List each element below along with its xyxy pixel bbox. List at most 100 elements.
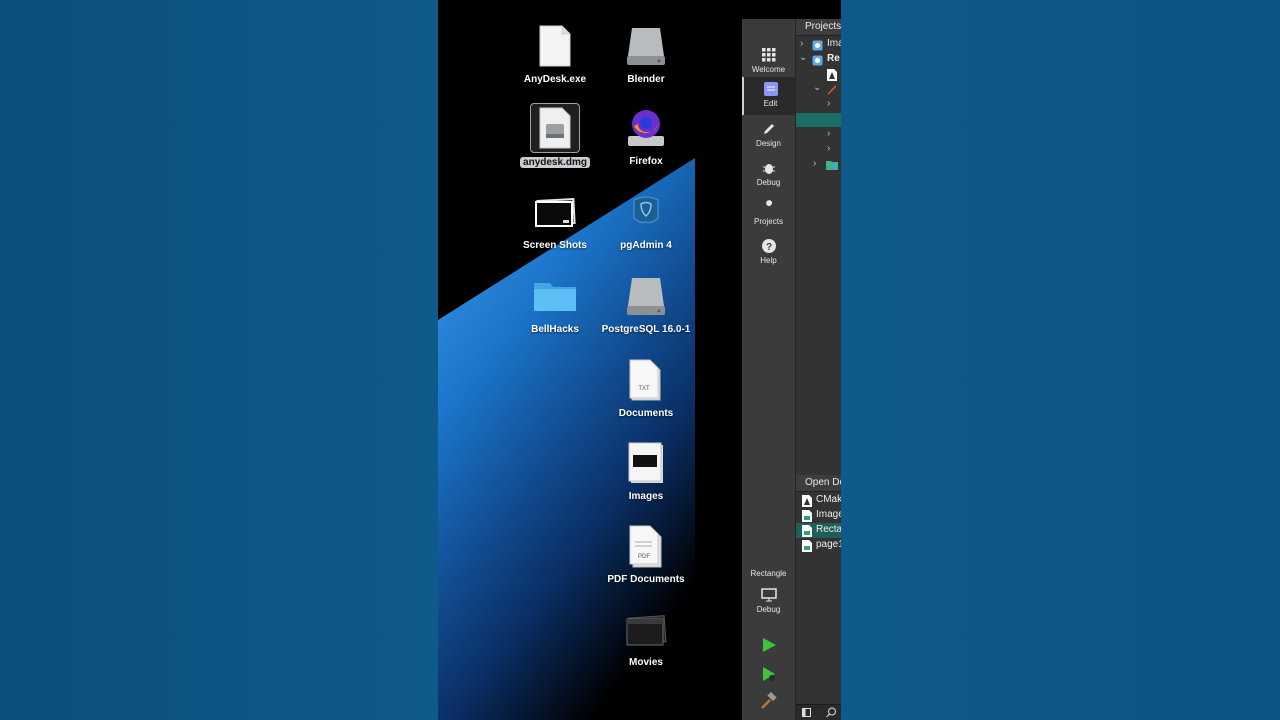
chevron-right-icon: › — [827, 98, 831, 109]
help-circle-icon: ? — [761, 238, 777, 254]
tree-item[interactable] — [796, 68, 841, 82]
images-stack-icon — [622, 439, 670, 487]
qml-file-icon — [802, 525, 812, 537]
tree-item-label: Re — [827, 53, 840, 64]
desktop-icon-blender[interactable]: Blender — [601, 22, 691, 85]
background-right — [841, 0, 1280, 720]
desktop-icon-label: BellHacks — [531, 324, 579, 335]
debug-run-button[interactable] — [760, 665, 778, 683]
tree-item[interactable]: ⌄ — [796, 82, 841, 97]
chevron-right-icon: › — [827, 143, 831, 154]
mode-projects[interactable]: Projects — [742, 195, 795, 233]
chevron-right-icon: › — [827, 128, 831, 139]
dmg-file-icon — [530, 103, 580, 153]
kit-selector[interactable]: Debug — [742, 583, 795, 621]
folder-icon — [531, 272, 579, 320]
kit-build-label: Debug — [756, 605, 781, 614]
tree-item[interactable]: › Ima — [796, 38, 841, 52]
mode-debug[interactable]: Debug — [742, 156, 795, 194]
desktop-icon-pgadmin[interactable]: pgAdmin 4 — [601, 188, 691, 251]
desktop-icon-label: Documents — [618, 408, 674, 419]
desktop-icon-postgresql[interactable]: PostgreSQL 16.0-1 — [601, 272, 691, 335]
folder-link-icon — [827, 85, 837, 95]
tree-item[interactable]: › — [796, 98, 841, 112]
screen-recording: AnyDesk.exe Blender anydesk.dmg Firefox — [438, 0, 841, 720]
cmake-file-icon — [827, 69, 837, 81]
qml-file-icon — [802, 540, 812, 552]
desktop-icon-movies[interactable]: Movies — [601, 605, 691, 668]
pencil-icon — [761, 121, 777, 137]
play-icon — [763, 638, 776, 652]
svg-text:PDF: PDF — [638, 554, 650, 560]
build-button[interactable] — [760, 691, 778, 710]
wrench-icon — [761, 199, 777, 215]
tree-item[interactable]: ⌄ Re — [796, 52, 841, 67]
desktop-icon-anydesk-dmg[interactable]: anydesk.dmg — [510, 103, 600, 170]
hammer-icon — [761, 691, 777, 709]
pdf-stack-icon: PDF — [622, 522, 670, 570]
tree-item-label: Ima — [827, 38, 841, 49]
projects-pane-header: Projects — [796, 19, 841, 36]
mode-welcome[interactable]: Welcome — [742, 43, 795, 81]
qml-file-icon — [802, 510, 812, 522]
desktop-icon-firefox[interactable]: Firefox — [601, 104, 691, 167]
mode-design[interactable]: Design — [742, 117, 795, 155]
desktop-icon-images[interactable]: Images — [601, 439, 691, 502]
desktop-icon-label: Screen Shots — [523, 240, 587, 251]
tree-item[interactable]: › — [796, 158, 841, 172]
resource-folder-icon — [826, 161, 838, 170]
mode-label: Projects — [754, 217, 783, 226]
tree-item[interactable]: › — [796, 143, 841, 157]
open-document-item-selected[interactable]: Recta — [796, 523, 841, 538]
chevron-down-icon: ⌄ — [813, 82, 822, 93]
desktop-icon-pdf-documents[interactable]: PDF PDF Documents — [601, 522, 691, 585]
desktop-icon-label: Images — [628, 491, 664, 502]
disk-drive-icon — [622, 272, 670, 320]
chevron-right-icon: › — [813, 158, 817, 169]
project-icon — [812, 40, 823, 51]
cmake-file-icon — [802, 495, 812, 507]
desktop-icon-documents[interactable]: TXT Documents — [601, 356, 691, 419]
desktop-icon-label: Movies — [629, 657, 663, 668]
open-document-label: CMak — [816, 494, 841, 505]
movies-stack-icon — [622, 605, 670, 653]
desktop-icon-label: PDF Documents — [607, 574, 685, 585]
tree-item-selected[interactable] — [796, 113, 841, 127]
grid-icon — [761, 47, 777, 63]
open-document-item[interactable]: page1 — [796, 538, 841, 553]
toggle-sidebar-icon[interactable] — [802, 708, 811, 717]
desktop-icon-label: Firefox — [629, 156, 663, 167]
chevron-right-icon: › — [800, 38, 804, 49]
desktop-icon-bellhacks[interactable]: BellHacks — [510, 272, 600, 335]
search-icon[interactable] — [826, 707, 837, 718]
mode-edit[interactable]: Edit — [742, 77, 797, 115]
svg-text:?: ? — [765, 242, 771, 253]
sidebar-bottom-bar — [796, 704, 841, 720]
run-button[interactable] — [760, 636, 778, 654]
mode-selector: Welcome Edit Design Debug Projects ? Hel… — [742, 19, 797, 720]
txt-stack-icon: TXT — [622, 356, 670, 404]
mode-label: Design — [756, 139, 781, 148]
tree-item[interactable]: › — [796, 128, 841, 142]
desktop-icon-label: AnyDesk.exe — [523, 74, 587, 85]
desktop-icon-anydesk-exe[interactable]: AnyDesk.exe — [510, 22, 600, 85]
desktop-icon-label: pgAdmin 4 — [620, 240, 672, 251]
blank-document-icon — [531, 22, 579, 70]
mode-label: Welcome — [751, 65, 786, 74]
monitor-icon — [760, 587, 777, 603]
projects-pane: Projects › Ima ⌄ Re ⌄ › › › › Open D CMa… — [796, 19, 841, 720]
desktop-icon-screen-shots[interactable]: Screen Shots — [510, 188, 600, 251]
open-document-item[interactable]: CMak — [796, 493, 841, 508]
project-icon — [812, 55, 823, 66]
desktop-icon-label: PostgreSQL 16.0-1 — [601, 324, 691, 335]
open-document-label: page1 — [816, 539, 841, 550]
open-documents-header: Open Do — [796, 475, 841, 492]
pgadmin-elephant-icon — [622, 188, 670, 236]
mode-label: Help — [760, 256, 777, 265]
mode-help[interactable]: ? Help — [742, 234, 795, 272]
background-left — [0, 0, 438, 720]
screenshots-stack-icon — [531, 188, 579, 236]
firefox-icon — [622, 104, 670, 152]
qt-creator-window: Welcome Edit Design Debug Projects ? Hel… — [742, 19, 841, 720]
open-document-item[interactable]: Image — [796, 508, 841, 523]
